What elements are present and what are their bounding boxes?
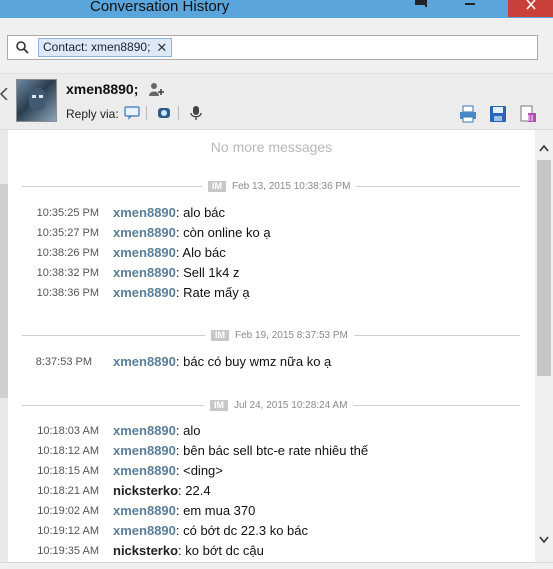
close-button[interactable] bbox=[508, 0, 553, 17]
message-text: : bác có buy wmz nữa ko ạ bbox=[175, 354, 332, 369]
message-row: 8:37:53 PM xmen8890: bác có buy wmz nữa k… bbox=[8, 353, 535, 373]
message-text: : còn online ko ạ bbox=[175, 225, 271, 240]
separator bbox=[146, 106, 147, 120]
session-divider: IM Feb 19, 2015 8:37:53 PM bbox=[22, 328, 520, 342]
im-reply-icon[interactable] bbox=[124, 105, 140, 121]
message-text: : có bớt dc 22.3 ko bác bbox=[175, 523, 308, 538]
message-text: : alo bbox=[175, 423, 201, 438]
message-row: 10:19:35 AM nicksterko: ko bớt dc cậu bbox=[8, 542, 535, 562]
contact-filter-chip[interactable]: Contact: xmen8890; ✕ bbox=[38, 38, 173, 57]
message-text: : ko bớt dc cậu bbox=[178, 543, 264, 558]
message-text: : em mua 370 bbox=[175, 503, 256, 518]
scrollbar-thumb[interactable] bbox=[537, 160, 551, 376]
message-sender[interactable]: xmen8890 bbox=[113, 503, 176, 518]
message-row: 10:19:12 AM xmen8890: có bớt dc 22.3 ko b… bbox=[8, 522, 535, 542]
message-sender[interactable]: xmen8890 bbox=[113, 443, 176, 458]
message-row: 10:38:32 PM xmen8890: Sell 1k4 z bbox=[8, 264, 535, 284]
scroll-up-icon[interactable] bbox=[539, 144, 549, 152]
message-time: 10:18:21 AM bbox=[37, 485, 99, 497]
message-sender[interactable]: xmen8890 bbox=[113, 523, 176, 538]
pin-icon[interactable] bbox=[414, 0, 428, 8]
left-gutter bbox=[0, 130, 8, 562]
message-list: No more messages IM Feb 13, 2015 10:38:36… bbox=[8, 130, 535, 562]
avatar[interactable] bbox=[16, 79, 57, 122]
im-badge: IM bbox=[210, 399, 228, 411]
chip-label: Contact: xmen8890; bbox=[43, 40, 151, 54]
message-text: : Sell 1k4 z bbox=[175, 265, 240, 280]
save-icon[interactable] bbox=[488, 104, 508, 124]
message-text: : <ding> bbox=[175, 463, 223, 478]
message-sender[interactable]: xmen8890 bbox=[113, 423, 176, 438]
message-time: 10:19:35 AM bbox=[37, 545, 99, 557]
message-sender[interactable]: xmen8890 bbox=[113, 245, 176, 260]
contact-name[interactable]: xmen8890; bbox=[66, 81, 138, 97]
session-divider: IM Jul 24, 2015 10:28:24 AM bbox=[22, 398, 520, 412]
message-time: 10:18:12 AM bbox=[37, 445, 99, 457]
session-datetime: Feb 13, 2015 10:38:36 PM bbox=[232, 180, 351, 192]
contact-header: xmen8890; Reply via: bbox=[0, 74, 553, 130]
message-sender[interactable]: xmen8890 bbox=[113, 463, 176, 478]
no-more-messages: No more messages bbox=[210, 139, 333, 155]
message-row: 10:18:12 AM xmen8890: bên bác sell btc-e … bbox=[8, 442, 535, 462]
session-divider: IM Feb 13, 2015 10:38:36 PM bbox=[22, 179, 520, 193]
delete-icon[interactable] bbox=[518, 104, 538, 124]
message-row: 10:18:03 AM xmen8890: alo bbox=[8, 422, 535, 442]
message-sender[interactable]: xmen8890 bbox=[113, 285, 176, 300]
search-icon bbox=[16, 41, 29, 54]
message-row: 10:19:02 AM xmen8890: em mua 370 bbox=[8, 502, 535, 522]
horizontal-scrollbar[interactable] bbox=[0, 562, 553, 569]
window-title: Conversation History bbox=[90, 0, 230, 15]
message-row: 10:38:26 PM xmen8890: Alo bác bbox=[8, 244, 535, 264]
message-row: 10:35:27 PM xmen8890: còn online ko ạ bbox=[8, 224, 535, 244]
message-time: 10:35:25 PM bbox=[36, 207, 99, 219]
session-datetime: Feb 19, 2015 8:37:53 PM bbox=[235, 329, 348, 341]
message-time: 10:38:32 PM bbox=[36, 267, 99, 279]
minimize-button[interactable] bbox=[458, 0, 482, 16]
message-time: 10:19:12 AM bbox=[37, 525, 99, 537]
message-time: 10:38:26 PM bbox=[36, 247, 99, 259]
message-time: 10:38:36 PM bbox=[36, 287, 99, 299]
message-row: 10:18:21 AM nicksterko: 22.4 bbox=[8, 482, 535, 502]
close-icon bbox=[525, 0, 536, 10]
message-time: 10:18:03 AM bbox=[37, 425, 99, 437]
message-sender[interactable]: nicksterko bbox=[113, 483, 178, 498]
message-row: 10:38:36 PM xmen8890: Rate mấy ạ bbox=[8, 284, 535, 304]
im-badge: IM bbox=[211, 329, 229, 341]
vertical-scrollbar[interactable] bbox=[535, 130, 553, 562]
message-text: : bên bác sell btc-e rate nhiêu thế bbox=[175, 443, 369, 458]
video-call-icon[interactable] bbox=[156, 105, 172, 121]
message-time: 10:19:02 AM bbox=[37, 505, 99, 517]
reply-via-label: Reply via: bbox=[66, 107, 119, 121]
message-row: 10:35:25 PM xmen8890: alo bác bbox=[8, 204, 535, 224]
message-text: : Rate mấy ạ bbox=[175, 285, 250, 300]
message-time: 10:35:27 PM bbox=[36, 227, 99, 239]
title-bar: Conversation History bbox=[0, 0, 553, 18]
message-row: 10:18:15 AM xmen8890: <ding> bbox=[8, 462, 535, 482]
message-sender[interactable]: xmen8890 bbox=[113, 225, 176, 240]
search-input[interactable]: Contact: xmen8890; ✕ bbox=[7, 35, 538, 60]
microphone-icon[interactable] bbox=[188, 105, 204, 121]
message-sender[interactable]: nicksterko bbox=[113, 543, 178, 558]
message-sender[interactable]: xmen8890 bbox=[113, 265, 176, 280]
message-text: : 22.4 bbox=[178, 483, 211, 498]
message-sender[interactable]: xmen8890 bbox=[113, 205, 176, 220]
print-icon[interactable] bbox=[458, 104, 478, 124]
message-time: 10:18:15 AM bbox=[37, 465, 99, 477]
message-time: 8:37:53 PM bbox=[35, 356, 92, 368]
chevron-left-icon[interactable] bbox=[0, 88, 8, 100]
message-text: : Alo bác bbox=[175, 245, 226, 260]
scroll-down-icon[interactable] bbox=[539, 536, 549, 544]
search-bar: Contact: xmen8890; ✕ bbox=[0, 18, 553, 74]
message-sender[interactable]: xmen8890 bbox=[113, 354, 176, 369]
session-datetime: Jul 24, 2015 10:28:24 AM bbox=[234, 399, 348, 411]
separator bbox=[178, 106, 179, 120]
add-contact-icon[interactable] bbox=[148, 82, 166, 98]
chip-remove-icon[interactable]: ✕ bbox=[156, 39, 167, 56]
message-text: : alo bác bbox=[175, 205, 226, 220]
im-badge: IM bbox=[208, 180, 226, 192]
